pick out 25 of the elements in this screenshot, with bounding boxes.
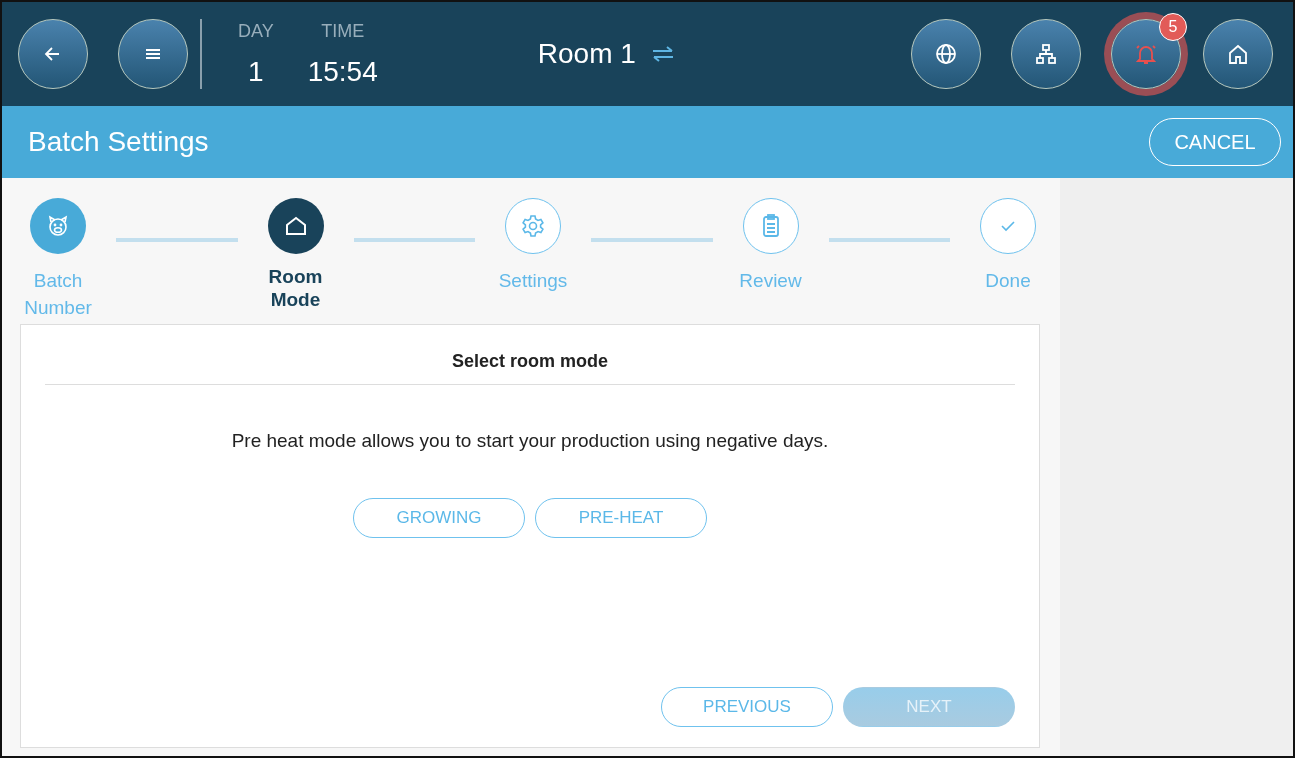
day-label: DAY	[238, 20, 274, 42]
step-label: Batch Number	[23, 269, 93, 320]
description-text: Pre heat mode allows you to start your production using negative days.	[231, 430, 829, 452]
house-icon	[283, 214, 308, 238]
time-label: TIME	[321, 20, 365, 42]
room-name: Room 1	[537, 38, 636, 70]
previous-button[interactable]: PREVIOUS	[661, 687, 833, 727]
step-label: Settings	[497, 269, 569, 293]
network-icon	[1035, 43, 1057, 65]
step-label: Room Mode	[267, 266, 324, 312]
day-value: 1	[248, 55, 264, 88]
page-title: Batch Settings	[28, 126, 209, 158]
step-label: Done	[984, 269, 1032, 293]
globe-icon	[935, 43, 957, 65]
bell-icon	[1134, 42, 1158, 66]
mode-button[interactable]: PRE-HEAT	[535, 498, 707, 538]
menu-icon	[144, 47, 162, 61]
gear-icon	[520, 213, 546, 239]
mode-button[interactable]: GROWING	[353, 498, 525, 538]
card-title: Select room mode	[45, 325, 1015, 385]
pig-icon	[46, 214, 70, 238]
alarm-count-badge: 5	[1159, 13, 1187, 41]
step-label: Review	[738, 269, 803, 293]
home-icon	[1227, 43, 1249, 65]
time-value: 15:54	[307, 55, 378, 88]
